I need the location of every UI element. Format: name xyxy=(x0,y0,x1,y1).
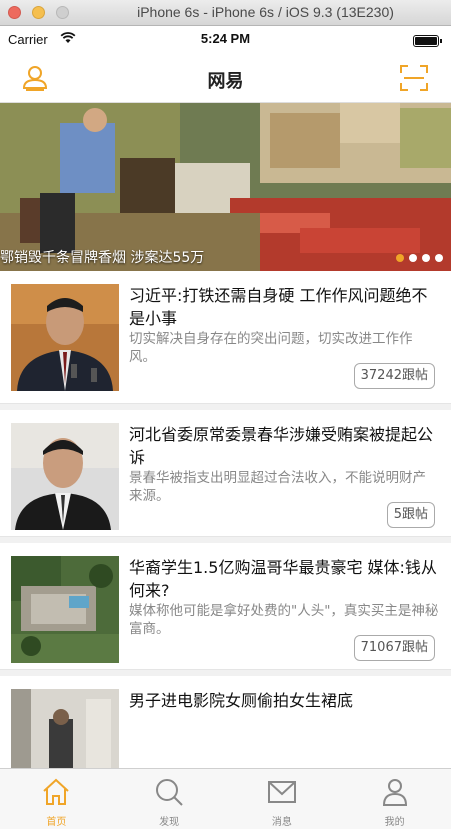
tab-bar: 首页 发现 消息 我的 xyxy=(0,768,451,829)
reply-count-badge[interactable]: 37242跟帖 xyxy=(353,363,435,389)
battery-icon xyxy=(413,35,442,47)
news-title: 男子进电影院女厕偷拍女生裙底 xyxy=(129,691,354,710)
banner-photo xyxy=(0,103,451,271)
banner-caption: 鄂销毁千条冒牌香烟 涉案达55万 xyxy=(0,250,205,266)
tab-label: 消息 xyxy=(271,817,292,828)
window-zoom-button[interactable] xyxy=(56,6,69,19)
window-minimize-button[interactable] xyxy=(32,6,45,19)
news-item[interactable]: 习近平:打铁还需自身硬 工作作风问题绝不是小事 切实解决自身存在的突出问题，切实… xyxy=(0,271,451,404)
tab-profile[interactable]: 我的 xyxy=(338,769,451,829)
news-description: 景春华被指支出明显超过合法收入，不能说明财产来源。 xyxy=(129,470,426,504)
news-item[interactable]: 华裔学生1.5亿购温哥华最贵豪宅 媒体:钱从何来? 媒体称他可能是拿好处费的"人… xyxy=(0,537,451,670)
search-icon xyxy=(156,779,183,806)
banner-carousel[interactable]: 鄂销毁千条冒牌香烟 涉案达55万 xyxy=(0,103,451,271)
news-thumbnail xyxy=(11,284,119,391)
page-dot[interactable] xyxy=(409,254,417,262)
news-description: 切实解决自身存在的突出问题，切实改进工作作风。 xyxy=(129,331,413,365)
news-item[interactable]: 河北省委原常委景春华涉嫌受贿案被提起公诉 景春华被指支出明显超过合法收入，不能说… xyxy=(0,404,451,537)
tab-label: 发现 xyxy=(159,817,180,828)
page-title: 网易 xyxy=(207,71,244,92)
tab-messages[interactable]: 消息 xyxy=(226,769,339,829)
tab-label: 我的 xyxy=(384,817,405,828)
page-dot[interactable] xyxy=(396,254,404,262)
nav-bar: 网易 xyxy=(0,53,451,103)
status-bar: Carrier 5:24 PM xyxy=(0,26,451,53)
tab-home[interactable]: 首页 xyxy=(0,769,113,829)
profile-icon xyxy=(382,779,407,806)
window-close-button[interactable] xyxy=(8,6,21,19)
page-dot[interactable] xyxy=(422,254,430,262)
simulator-title-bar: iPhone 6s - iPhone 6s / iOS 9.3 (13E230) xyxy=(0,0,451,26)
window-title: iPhone 6s - iPhone 6s / iOS 9.3 (13E230) xyxy=(137,4,394,20)
tab-discover[interactable]: 发现 xyxy=(113,769,226,829)
news-description: 媒体称他可能是拿好处费的"人头"，真实买主是神秘富商。 xyxy=(129,603,439,637)
news-thumbnail xyxy=(11,556,119,663)
scan-icon[interactable] xyxy=(399,64,429,92)
page-indicator xyxy=(396,254,443,262)
news-thumbnail xyxy=(11,423,119,530)
tab-label: 首页 xyxy=(46,817,67,828)
mail-icon xyxy=(267,781,296,803)
news-list: 习近平:打铁还需自身硬 工作作风问题绝不是小事 切实解决自身存在的突出问题，切实… xyxy=(0,271,451,803)
news-title: 河北省委原常委景春华涉嫌受贿案被提起公诉 xyxy=(129,425,434,467)
news-title: 华裔学生1.5亿购温哥华最贵豪宅 媒体:钱从何来? xyxy=(129,558,437,600)
page-dot[interactable] xyxy=(435,254,443,262)
status-time: 5:24 PM xyxy=(200,31,251,46)
reply-count-badge[interactable]: 5跟帖 xyxy=(386,502,435,528)
news-title: 习近平:打铁还需自身硬 工作作风问题绝不是小事 xyxy=(129,286,428,328)
home-icon xyxy=(43,778,70,805)
reply-count-badge[interactable]: 71067跟帖 xyxy=(353,635,435,661)
